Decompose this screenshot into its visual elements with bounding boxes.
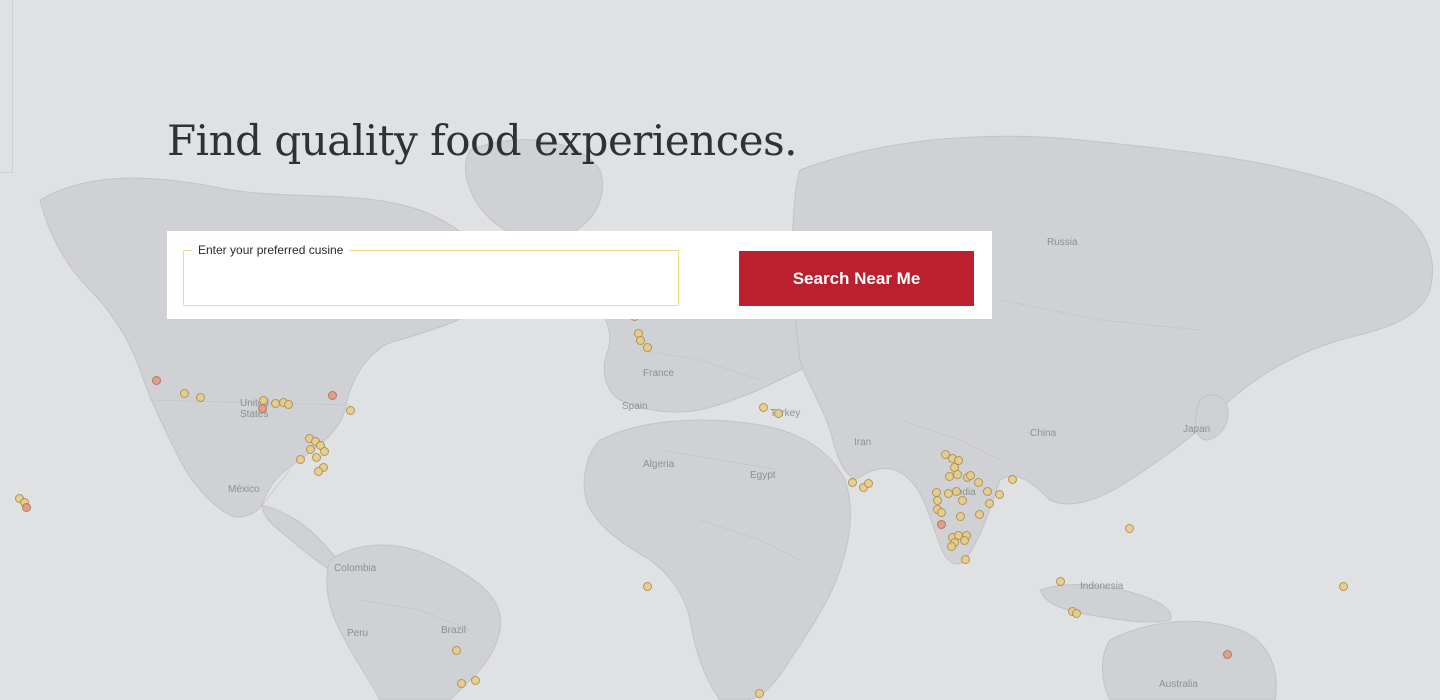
restaurant-marker[interactable] [1223,650,1232,659]
central-america-landmass [261,504,341,571]
restaurant-marker[interactable] [471,676,480,685]
map-label-colombia: Colombia [334,563,377,574]
restaurant-marker[interactable] [953,470,962,479]
map-zoom-control[interactable] [0,0,13,173]
restaurant-marker[interactable] [328,391,337,400]
map-label-australia: Australia [1159,679,1198,690]
asia-landmass [791,135,1433,565]
restaurant-marker[interactable] [960,536,969,545]
map-background[interactable]: Russia United States México Colombia Per… [0,0,1440,700]
restaurant-marker[interactable] [284,400,293,409]
africa-landmass [583,419,851,700]
restaurant-marker[interactable] [296,455,305,464]
restaurant-marker[interactable] [933,496,942,505]
restaurant-marker[interactable] [258,404,267,413]
map-label-china: China [1030,428,1057,439]
restaurant-marker[interactable] [643,343,652,352]
restaurant-marker[interactable] [774,409,783,418]
cuisine-field-label: Enter your preferred cusine [192,243,350,257]
restaurant-marker[interactable] [961,555,970,564]
restaurant-marker[interactable] [937,508,946,517]
cuisine-input[interactable] [196,269,670,299]
restaurant-marker[interactable] [952,487,961,496]
map-label-mexico: México [228,484,260,495]
restaurant-marker[interactable] [1008,475,1017,484]
restaurant-marker[interactable] [312,453,321,462]
restaurant-marker[interactable] [22,503,31,512]
restaurant-marker[interactable] [1056,577,1065,586]
map-label-brazil: Brazil [441,625,467,636]
map-label-peru: Peru [347,628,369,639]
restaurant-marker[interactable] [945,472,954,481]
world-map[interactable] [0,0,1440,700]
map-label-russia: Russia [1047,237,1078,248]
restaurant-marker[interactable] [759,403,768,412]
restaurant-marker[interactable] [848,478,857,487]
restaurant-marker[interactable] [1339,582,1348,591]
search-card: Enter your preferred cusine Search Near … [167,231,992,319]
restaurant-marker[interactable] [452,646,461,655]
map-label-spain: Spain [622,401,648,412]
map-label-indonesia: Indonesia [1080,581,1124,592]
page-title: Find quality food experiences. [167,116,798,165]
restaurant-marker[interactable] [152,376,161,385]
restaurant-marker[interactable] [1072,609,1081,618]
map-label-iran: Iran [854,437,872,448]
restaurant-marker[interactable] [966,471,975,480]
restaurant-marker[interactable] [958,496,967,505]
restaurant-marker[interactable] [643,582,652,591]
restaurant-marker[interactable] [457,679,466,688]
restaurant-marker[interactable] [956,512,965,521]
search-near-me-button[interactable]: Search Near Me [739,251,974,306]
restaurant-marker[interactable] [320,447,329,456]
cuisine-field[interactable]: Enter your preferred cusine [183,243,679,306]
restaurant-marker[interactable] [864,479,873,488]
restaurant-marker[interactable] [1125,524,1134,533]
restaurant-marker[interactable] [985,499,994,508]
map-label-france: France [643,368,675,379]
restaurant-marker[interactable] [975,510,984,519]
restaurant-marker[interactable] [346,406,355,415]
restaurant-marker[interactable] [755,689,764,698]
restaurant-marker[interactable] [937,520,946,529]
restaurant-marker[interactable] [196,393,205,402]
restaurant-marker[interactable] [947,542,956,551]
map-label-egypt: Egypt [750,470,776,481]
restaurant-marker[interactable] [974,478,983,487]
map-label-japan: Japan [1183,424,1211,435]
restaurant-marker[interactable] [995,490,1004,499]
restaurant-marker[interactable] [180,389,189,398]
north-america-landmass [39,177,493,518]
restaurant-marker[interactable] [983,487,992,496]
map-label-algeria: Algeria [643,459,675,470]
restaurant-marker[interactable] [314,467,323,476]
